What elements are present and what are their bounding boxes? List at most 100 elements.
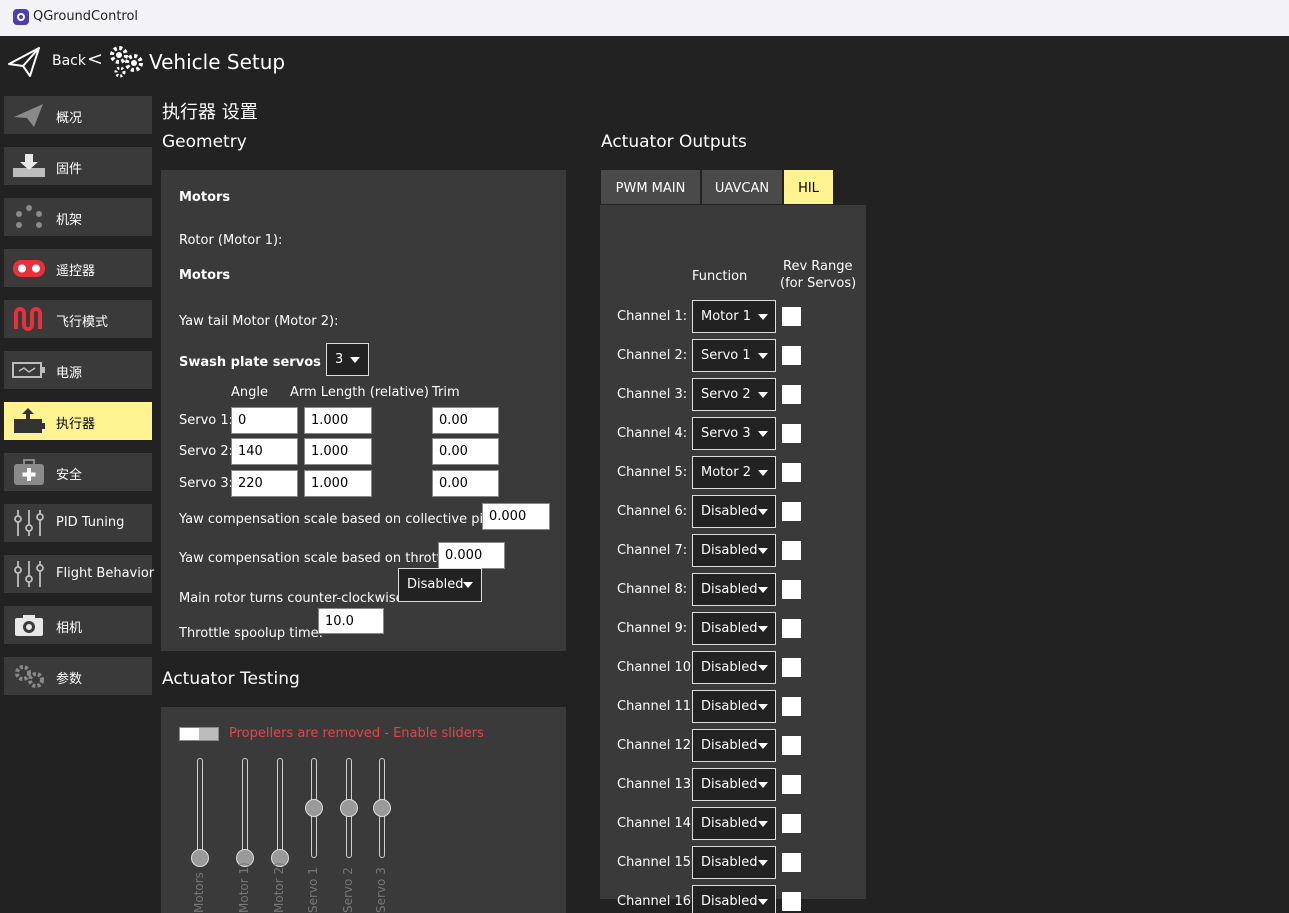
- rev-range-checkbox[interactable]: [782, 814, 801, 833]
- header-bar: Back < Vehicle Setup: [0, 36, 1289, 88]
- channel-function-value: Servo 1: [701, 348, 751, 363]
- channel-function-value: Motor 2: [701, 465, 751, 480]
- actuator-slider-handle[interactable]: [191, 849, 209, 867]
- actuator-outputs-title: Actuator Outputs: [601, 132, 747, 152]
- servo-arm-length-input[interactable]: 1.000: [304, 470, 372, 497]
- sidebar-item-11[interactable]: 相机: [4, 606, 152, 644]
- actuator-slider-handle[interactable]: [340, 799, 358, 817]
- sidebar-item-8[interactable]: 安全: [4, 453, 152, 491]
- servo-angle-input[interactable]: 140: [231, 438, 298, 465]
- channel-label: Channel 13:: [617, 777, 696, 792]
- channel-function-select[interactable]: Servo 3: [692, 417, 776, 450]
- channel-function-select[interactable]: Disabled: [692, 573, 776, 606]
- chevron-down-icon: [758, 314, 768, 320]
- rev-range-checkbox[interactable]: [782, 658, 801, 677]
- rev-range-checkbox[interactable]: [782, 775, 801, 794]
- actuator-slider-label: Motor 2): [272, 862, 286, 913]
- channel-function-select[interactable]: Disabled: [692, 729, 776, 762]
- servo-arm-length-input[interactable]: 1.000: [304, 438, 372, 465]
- actuator-outputs-panel: Function Rev Range (for Servos) Channel …: [600, 205, 866, 913]
- sidebar-item-12[interactable]: 参数: [4, 657, 152, 695]
- rev-range-checkbox[interactable]: [782, 424, 801, 443]
- servo-trim-input[interactable]: 0.00: [432, 438, 499, 465]
- sidebar-item-2[interactable]: 固件: [4, 147, 152, 185]
- sidebar-item-9[interactable]: PID Tuning: [4, 504, 152, 542]
- sliders-icon: [12, 560, 46, 588]
- sidebar-item-6[interactable]: 电源: [4, 351, 152, 389]
- servo-arm-length-input[interactable]: 1.000: [304, 407, 372, 434]
- sidebar-item-label: 机架: [56, 213, 83, 228]
- back-button[interactable]: Back: [52, 53, 86, 69]
- yaw-pitch-input[interactable]: 0.000: [482, 503, 550, 530]
- arm-length-column-header: Arm Length (relative): [290, 385, 429, 400]
- ccw-select[interactable]: Disabled: [398, 568, 482, 602]
- rev-range-checkbox[interactable]: [782, 541, 801, 560]
- sidebar-item-1[interactable]: 概况: [4, 96, 152, 134]
- spoolup-input[interactable]: 10.0: [318, 608, 384, 634]
- paper-plane-icon[interactable]: [6, 44, 42, 84]
- channel-function-value: Disabled: [701, 777, 758, 792]
- actuator-slider-handle[interactable]: [305, 799, 323, 817]
- chevron-down-icon: [758, 431, 768, 437]
- channel-label: Channel 7:: [617, 543, 688, 558]
- channel-function-value: Disabled: [701, 543, 758, 558]
- channel-function-select[interactable]: Disabled: [692, 651, 776, 684]
- sidebar-item-label: 相机: [56, 621, 83, 636]
- rev-range-checkbox[interactable]: [782, 502, 801, 521]
- sidebar-item-7[interactable]: 执行器: [4, 402, 152, 440]
- sidebar-item-4[interactable]: 遥控器: [4, 249, 152, 287]
- sliders-icon: [12, 509, 46, 537]
- tab-hil[interactable]: HIL: [784, 170, 833, 204]
- channel-function-select[interactable]: Disabled: [692, 846, 776, 879]
- rev-range-checkbox[interactable]: [782, 619, 801, 638]
- camera-icon: [12, 611, 46, 639]
- back-separator: <: [87, 48, 103, 70]
- actuator-slider-track[interactable]: [242, 758, 248, 858]
- rev-range-checkbox[interactable]: [782, 853, 801, 872]
- servo-trim-input[interactable]: 0.00: [432, 407, 499, 434]
- servo-trim-input[interactable]: 0.00: [432, 470, 499, 497]
- rev-range-checkbox[interactable]: [782, 307, 801, 326]
- channel-function-value: Disabled: [701, 894, 758, 909]
- channel-function-select[interactable]: Disabled: [692, 885, 776, 913]
- channel-function-select[interactable]: Disabled: [692, 768, 776, 801]
- rev-range-checkbox[interactable]: [782, 463, 801, 482]
- radio-controller-icon: [12, 254, 46, 282]
- servo-angle-input[interactable]: 220: [231, 470, 298, 497]
- channel-label: Channel 14:: [617, 816, 696, 831]
- sidebar-item-10[interactable]: Flight Behavior: [4, 555, 154, 593]
- sidebar-item-3[interactable]: 机架: [4, 198, 152, 236]
- rev-range-checkbox[interactable]: [782, 346, 801, 365]
- actuator-slider-track[interactable]: [277, 758, 283, 858]
- tab-uavcan[interactable]: UAVCAN: [702, 170, 782, 204]
- channel-function-select[interactable]: Servo 1: [692, 339, 776, 372]
- channel-function-select[interactable]: Disabled: [692, 612, 776, 645]
- channel-function-select[interactable]: Motor 2: [692, 456, 776, 489]
- servo-angle-input[interactable]: 0: [231, 407, 298, 434]
- servo-label: Servo 1:: [179, 413, 234, 428]
- chevron-down-icon: [758, 860, 768, 866]
- channel-function-select[interactable]: Disabled: [692, 807, 776, 840]
- rev-range-checkbox[interactable]: [782, 385, 801, 404]
- actuator-slider-track[interactable]: [197, 758, 203, 858]
- sidebar-item-5[interactable]: 飞行模式: [4, 300, 152, 338]
- channel-function-select[interactable]: Motor 1: [692, 300, 776, 333]
- rev-range-column-header: Rev Range: [783, 259, 853, 274]
- battery-icon: [12, 356, 46, 384]
- rev-range-checkbox[interactable]: [782, 736, 801, 755]
- rev-range-checkbox[interactable]: [782, 580, 801, 599]
- rev-range-checkbox[interactable]: [782, 697, 801, 716]
- tab-pwm-main[interactable]: PWM MAIN: [601, 170, 700, 204]
- spoolup-label: Throttle spoolup time:: [179, 626, 324, 641]
- swash-plate-select[interactable]: 3: [326, 343, 369, 376]
- channel-function-select[interactable]: Disabled: [692, 534, 776, 567]
- actuator-slider-handle[interactable]: [373, 799, 391, 817]
- rev-range-checkbox[interactable]: [782, 892, 801, 911]
- enable-sliders-switch[interactable]: [179, 727, 219, 741]
- channel-function-select[interactable]: Disabled: [692, 495, 776, 528]
- channel-label: Channel 11:: [617, 699, 696, 714]
- angle-column-header: Angle: [231, 385, 268, 400]
- channel-function-select[interactable]: Disabled: [692, 690, 776, 723]
- channel-function-select[interactable]: Servo 2: [692, 378, 776, 411]
- yaw-throttle-input[interactable]: 0.000: [438, 542, 505, 569]
